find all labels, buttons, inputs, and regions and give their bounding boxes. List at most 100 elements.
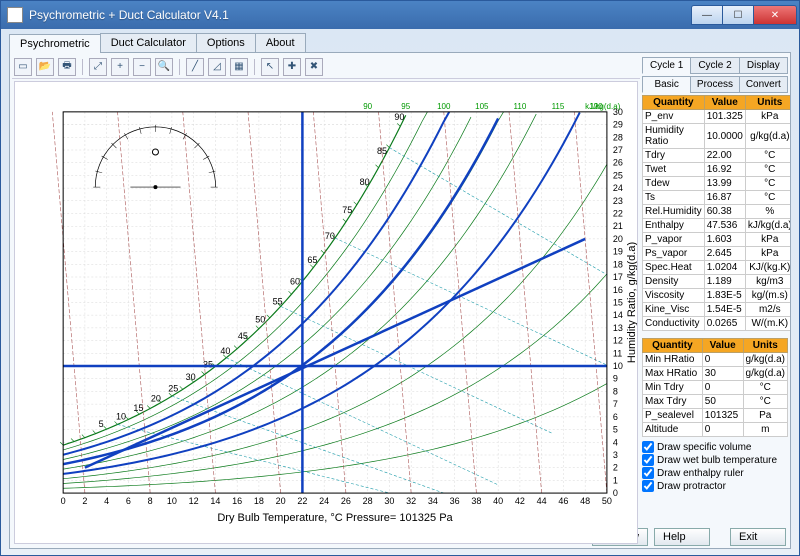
clear-icon[interactable]: ✖ — [305, 58, 323, 76]
rtab-basic[interactable]: Basic — [642, 76, 691, 93]
chart-line-icon[interactable]: ╱ — [186, 58, 204, 76]
svg-text:18: 18 — [254, 496, 264, 506]
svg-text:55: 55 — [273, 296, 283, 306]
table-row[interactable]: Min Tdry0°C — [643, 381, 788, 395]
tab-duct-calculator[interactable]: Duct Calculator — [100, 33, 197, 52]
svg-text:10: 10 — [116, 411, 126, 421]
svg-text:15: 15 — [133, 403, 143, 413]
cursor-icon[interactable]: ↖ — [261, 58, 279, 76]
table-row[interactable]: Enthalpy47.536kJ/kg(d.a) — [643, 219, 792, 233]
svg-text:50: 50 — [255, 314, 265, 324]
svg-text:35: 35 — [203, 360, 213, 370]
svg-text:5: 5 — [613, 425, 618, 435]
tab-about[interactable]: About — [255, 33, 306, 52]
exit-button[interactable]: Exit — [730, 528, 786, 546]
maximize-button[interactable]: ☐ — [722, 5, 754, 25]
table-row[interactable]: Max HRatio30g/kg(d.a) — [643, 367, 788, 381]
tab-psychrometric[interactable]: Psychrometric — [9, 34, 101, 53]
table-row[interactable]: Humidity Ratio10.0000g/kg(d.a) — [643, 124, 792, 149]
zoom-in-icon[interactable]: + — [111, 58, 129, 76]
rtab-cycle-1[interactable]: Cycle 1 — [642, 57, 691, 74]
check-draw-specific-volume[interactable]: Draw specific volume — [642, 441, 788, 453]
table-row[interactable]: P_vapor1.603kPa — [643, 233, 792, 247]
table-row[interactable]: Twet16.92°C — [643, 163, 792, 177]
svg-text:8: 8 — [148, 496, 153, 506]
window-title: Psychrometric + Duct Calculator V4.1 — [29, 8, 692, 22]
svg-text:28: 28 — [363, 496, 373, 506]
svg-text:4: 4 — [613, 437, 618, 447]
svg-text:2: 2 — [613, 463, 618, 473]
table-row[interactable]: Altitude0m — [643, 423, 788, 437]
table-row[interactable]: Rel.Humidity60.38% — [643, 205, 792, 219]
svg-text:60: 60 — [290, 277, 300, 287]
svg-text:15: 15 — [613, 297, 623, 307]
svg-text:10: 10 — [613, 361, 623, 371]
svg-text:14: 14 — [210, 496, 220, 506]
svg-text:13: 13 — [613, 323, 623, 333]
svg-text:80: 80 — [360, 177, 370, 187]
zoom-out-icon[interactable]: − — [133, 58, 151, 76]
app-window: Psychrometric + Duct Calculator V4.1 — ☐… — [0, 0, 800, 556]
right-panel: Cycle 1Cycle 2Display BasicProcessConver… — [642, 55, 788, 546]
table-row[interactable]: Ts16.87°C — [643, 191, 792, 205]
svg-text:0: 0 — [61, 496, 66, 506]
app-icon — [7, 7, 23, 23]
grid-icon[interactable]: ▦ — [230, 58, 248, 76]
window-body: PsychrometricDuct CalculatorOptionsAbout… — [1, 29, 799, 555]
table-row[interactable]: Conductivity0.0265W/(m.K) — [643, 317, 792, 331]
rtab-convert[interactable]: Convert — [739, 76, 788, 93]
table-row[interactable]: Spec.Heat1.0204KJ/(kg.K) — [643, 261, 792, 275]
svg-text:24: 24 — [613, 183, 623, 193]
draw-options: Draw specific volumeDraw wet bulb temper… — [642, 439, 788, 494]
psychrometric-chart[interactable]: 0246810121416182022242628303234363840424… — [14, 81, 638, 544]
svg-text:20: 20 — [151, 394, 161, 404]
svg-text:16: 16 — [232, 496, 242, 506]
table-row[interactable]: P_env101.325kPa — [643, 110, 792, 124]
limits-table: QuantityValueUnitsMin HRatio0g/kg(d.a)Ma… — [642, 338, 788, 437]
svg-text:6: 6 — [126, 496, 131, 506]
svg-text:46: 46 — [558, 496, 568, 506]
zoom-sel-icon[interactable]: 🔍 — [155, 58, 173, 76]
table-row[interactable]: Tdry22.00°C — [643, 149, 792, 163]
table-row[interactable]: P_sealevel101325Pa — [643, 409, 788, 423]
svg-text:36: 36 — [450, 496, 460, 506]
rtab-cycle-2[interactable]: Cycle 2 — [690, 57, 739, 74]
svg-text:5: 5 — [99, 419, 104, 429]
svg-text:2: 2 — [82, 496, 87, 506]
svg-text:44: 44 — [537, 496, 547, 506]
check-draw-enthalpy-ruler[interactable]: Draw enthalpy ruler — [642, 467, 788, 479]
table-row[interactable]: Tdew13.99°C — [643, 177, 792, 191]
open-icon[interactable]: 📂 — [36, 58, 54, 76]
svg-text:105: 105 — [475, 102, 489, 111]
print-icon[interactable]: 🖶 — [58, 58, 76, 76]
svg-text:23: 23 — [613, 196, 623, 206]
rtab-process[interactable]: Process — [690, 76, 739, 93]
svg-text:7: 7 — [613, 399, 618, 409]
svg-text:18: 18 — [613, 259, 623, 269]
svg-text:42: 42 — [515, 496, 525, 506]
new-icon[interactable]: ▭ — [14, 58, 32, 76]
chart-poly-icon[interactable]: ◿ — [208, 58, 226, 76]
zoom-fit-icon[interactable]: ⤢ — [89, 58, 107, 76]
table-row[interactable]: Viscosity1.83E-5kg/(m.s) — [643, 289, 792, 303]
svg-text:8: 8 — [613, 386, 618, 396]
table-row[interactable]: Max Tdry50°C — [643, 395, 788, 409]
table-row[interactable]: Ps_vapor2.645kPa — [643, 247, 792, 261]
check-draw-protractor[interactable]: Draw protractor — [642, 480, 788, 492]
svg-text:20: 20 — [276, 496, 286, 506]
svg-text:21: 21 — [613, 221, 623, 231]
svg-text:24: 24 — [319, 496, 329, 506]
svg-text:100: 100 — [437, 102, 451, 111]
close-button[interactable]: ✕ — [753, 5, 797, 25]
help-button[interactable]: Help — [654, 528, 710, 546]
tab-options[interactable]: Options — [196, 33, 256, 52]
point-icon[interactable]: ✚ — [283, 58, 301, 76]
table-row[interactable]: Kine_Visc1.54E-5m2/s — [643, 303, 792, 317]
rtab-display[interactable]: Display — [739, 57, 788, 74]
table-row[interactable]: Min HRatio0g/kg(d.a) — [643, 353, 788, 367]
check-draw-wet-bulb-temperature[interactable]: Draw wet bulb temperature — [642, 454, 788, 466]
minimize-button[interactable]: — — [691, 5, 723, 25]
svg-text:75: 75 — [342, 205, 352, 215]
table-row[interactable]: Density1.189kg/m3 — [643, 275, 792, 289]
footer-buttons: RedrawHelpExit — [642, 524, 788, 546]
